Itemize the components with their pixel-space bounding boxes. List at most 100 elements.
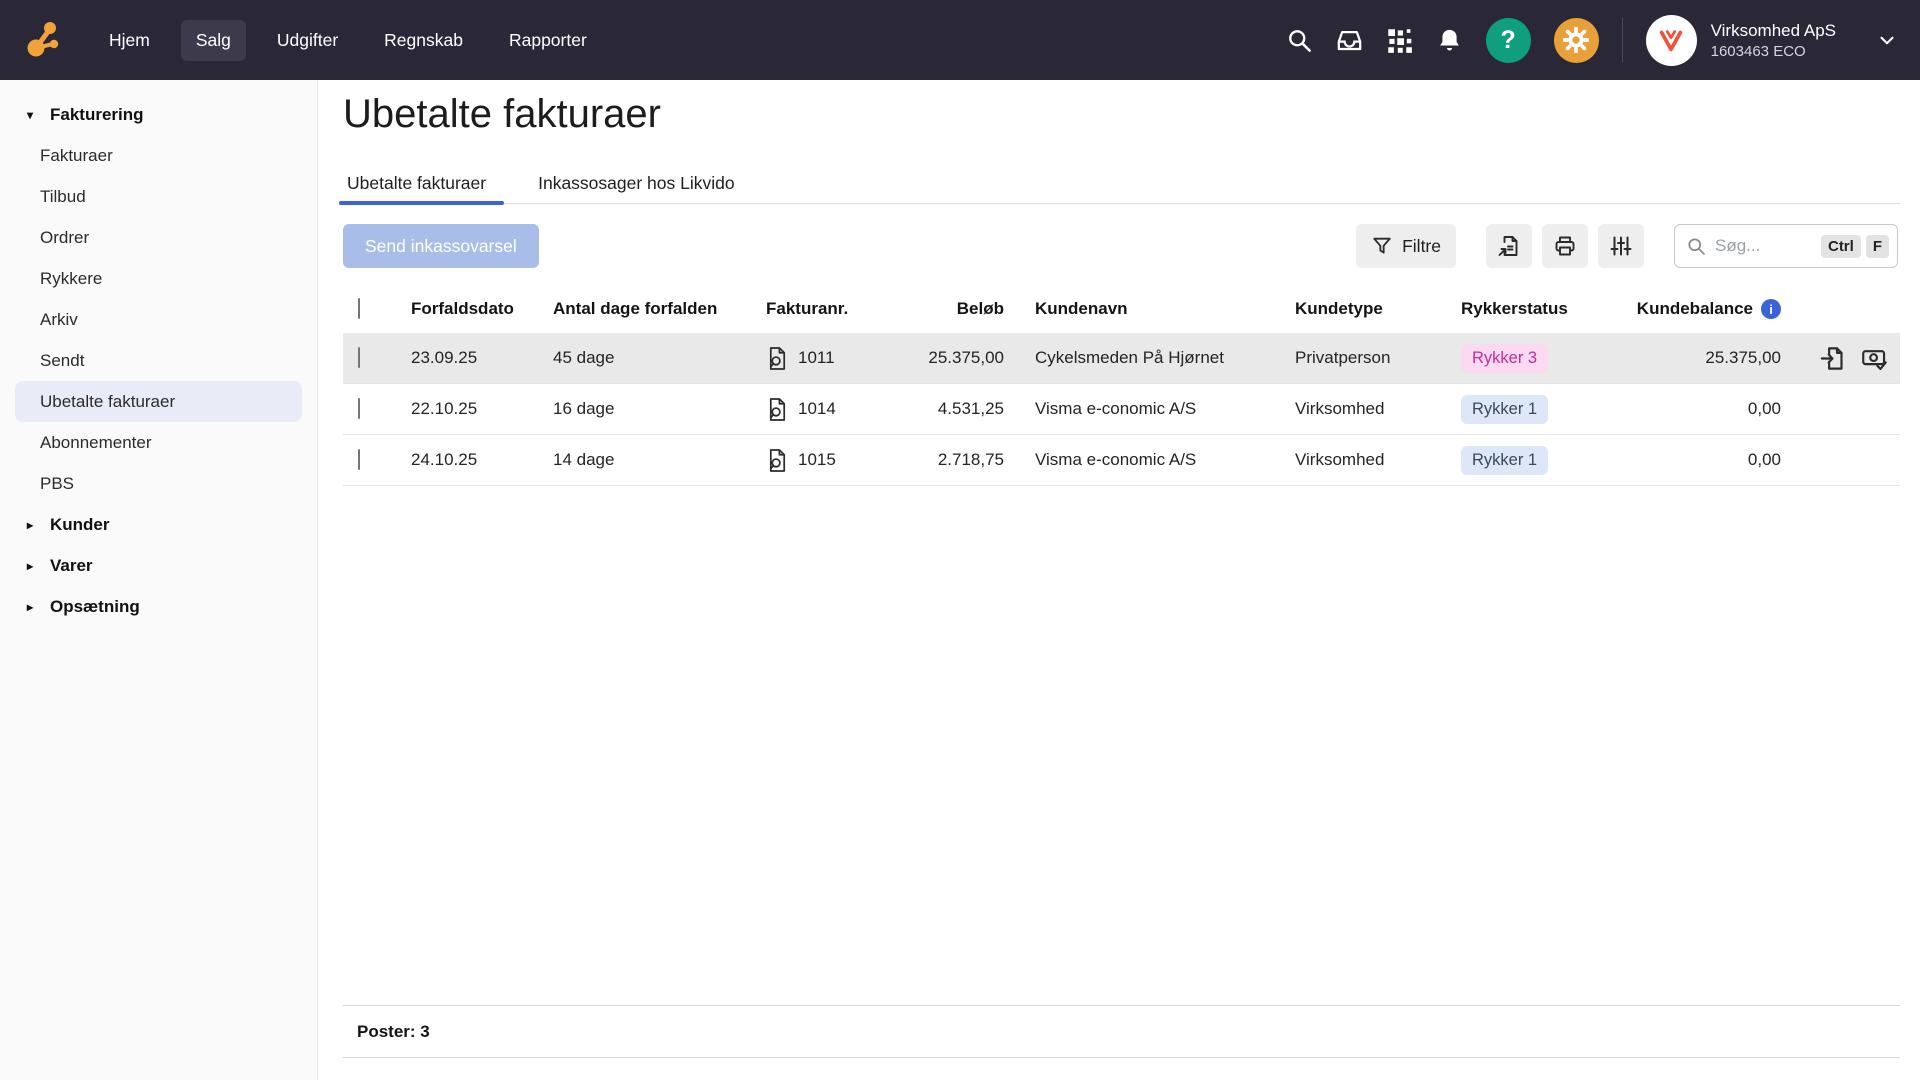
toolbar: Send inkassovarsel Filtre (343, 224, 1898, 268)
sidebar-section-kunder[interactable]: ▸Kunder (15, 504, 302, 545)
sliders-icon (1609, 234, 1633, 258)
notifications-bell-icon[interactable] (1436, 27, 1463, 54)
reminder-status-badge: Rykker 3 (1461, 344, 1548, 373)
tab-inkassosager[interactable]: Inkassosager hos Likvido (534, 163, 739, 203)
days-overdue: 14 dage (553, 450, 766, 470)
sidebar-item-abonnementer[interactable]: Abonnementer (15, 422, 302, 463)
row-checkbox[interactable] (358, 398, 360, 419)
due-date: 24.10.25 (411, 450, 553, 470)
customer-name: Visma e-conomic A/S (1004, 399, 1295, 419)
select-all-checkbox[interactable] (358, 298, 360, 319)
table-row[interactable]: 24.10.25 14 dage 1015 2.718,75 Visma e-c… (343, 435, 1900, 486)
company-name: Virksomhed ApS (1711, 20, 1836, 43)
record-count: Poster: 3 (343, 1022, 430, 1042)
filter-button[interactable]: Filtre (1356, 224, 1456, 268)
table-footer: Poster: 3 (343, 1005, 1900, 1058)
customer-balance: 0,00 (1603, 399, 1781, 419)
info-icon[interactable]: i (1761, 299, 1781, 319)
send-inkassovarsel-button[interactable]: Send inkassovarsel (343, 224, 539, 268)
col-kundebalance[interactable]: Kundebalance i (1603, 299, 1781, 319)
col-belob[interactable]: Beløb (914, 299, 1004, 319)
sidebar-section-opsætning[interactable]: ▸Opsætning (15, 586, 302, 627)
search-box: Ctrl F (1674, 224, 1898, 268)
col-kundetype[interactable]: Kundetype (1295, 299, 1461, 319)
col-fakturanr[interactable]: Fakturanr. (766, 299, 914, 319)
sidebar-section-varer[interactable]: ▸Varer (15, 545, 302, 586)
invoice-document-icon[interactable] (766, 346, 789, 371)
toolbar-right: Filtre (1356, 224, 1898, 268)
col-antal-dage[interactable]: Antal dage forfalden (553, 299, 766, 319)
invoices-table: Forfaldsdato Antal dage forfalden Faktur… (343, 285, 1900, 486)
print-button[interactable] (1542, 224, 1588, 268)
apps-grid-icon[interactable] (1386, 27, 1413, 54)
send-to-invoice-icon[interactable] (1819, 345, 1846, 372)
customer-balance: 25.375,00 (1603, 348, 1781, 368)
nav-item-rapporter[interactable]: Rapporter (494, 20, 602, 61)
export-button[interactable] (1486, 224, 1532, 268)
reminder-status-badge: Rykker 1 (1461, 395, 1548, 424)
e-conomic-logo-icon[interactable] (24, 18, 66, 62)
days-overdue: 45 dage (553, 348, 766, 368)
nav-item-salg[interactable]: Salg (181, 20, 246, 61)
company-avatar (1646, 15, 1697, 66)
customer-balance: 0,00 (1603, 450, 1781, 470)
topbar-divider (1622, 18, 1623, 62)
amount: 25.375,00 (914, 348, 1004, 368)
invoice-document-icon[interactable] (766, 397, 789, 422)
company-switcher[interactable]: Virksomhed ApS 1603463 ECO (1646, 15, 1898, 66)
register-payment-icon[interactable] (1861, 345, 1888, 372)
filter-button-label: Filtre (1402, 236, 1441, 257)
nav-item-hjem[interactable]: Hjem (94, 20, 165, 61)
sidebar-item-tilbud[interactable]: Tilbud (15, 176, 302, 217)
settings-gear-icon[interactable] (1554, 18, 1599, 63)
sidebar-item-arkiv[interactable]: Arkiv (15, 299, 302, 340)
kbd-f: F (1866, 235, 1889, 258)
customer-type: Virksomhed (1295, 450, 1461, 470)
main-content: Ubetalte fakturaer Ubetalte fakturaer In… (318, 80, 1920, 1080)
col-kundenavn[interactable]: Kundenavn (1004, 299, 1295, 319)
kbd-ctrl: Ctrl (1821, 235, 1861, 258)
col-rykkerstatus[interactable]: Rykkerstatus (1461, 299, 1603, 319)
help-button[interactable]: ? (1486, 18, 1531, 63)
nav-item-udgifter[interactable]: Udgifter (262, 20, 353, 61)
chevron-down-icon[interactable] (1876, 29, 1898, 51)
funnel-icon (1371, 235, 1393, 257)
nav-item-regnskab[interactable]: Regnskab (369, 20, 478, 61)
sidebar-item-ordrer[interactable]: Ordrer (15, 217, 302, 258)
search-icon[interactable] (1286, 27, 1313, 54)
row-checkbox[interactable] (358, 347, 360, 368)
reminder-status-badge: Rykker 1 (1461, 446, 1548, 475)
table-row[interactable]: 22.10.25 16 dage 1014 4.531,25 Visma e-c… (343, 384, 1900, 435)
customer-name: Visma e-conomic A/S (1004, 450, 1295, 470)
page-title: Ubetalte fakturaer (343, 92, 661, 137)
due-date: 22.10.25 (411, 399, 553, 419)
sidebar-section-fakturering[interactable]: ▾Fakturering (15, 94, 302, 135)
tab-ubetalte-fakturaer[interactable]: Ubetalte fakturaer (343, 163, 490, 203)
sidebar-item-ubetalte-fakturaer[interactable]: Ubetalte fakturaer (15, 381, 302, 422)
invoice-number: 1014 (798, 399, 836, 419)
amount: 2.718,75 (914, 450, 1004, 470)
customer-type: Privatperson (1295, 348, 1461, 368)
sidebar-item-rykkere[interactable]: Rykkere (15, 258, 302, 299)
sidebar: ▾FaktureringFakturaerTilbudOrdrerRykkere… (0, 80, 318, 1080)
column-settings-button[interactable] (1598, 224, 1644, 268)
due-date: 23.09.25 (411, 348, 553, 368)
table-row[interactable]: 23.09.25 45 dage 1011 25.375,00 Cykelsme… (343, 333, 1900, 384)
invoice-number: 1011 (798, 348, 835, 368)
sidebar-item-sendt[interactable]: Sendt (15, 340, 302, 381)
row-checkbox[interactable] (358, 449, 360, 470)
table-header-row: Forfaldsdato Antal dage forfalden Faktur… (343, 285, 1900, 333)
search-input[interactable] (1715, 236, 1816, 256)
inbox-icon[interactable] (1336, 27, 1363, 54)
topbar: Hjem Salg Udgifter Regnskab Rapporter ? (0, 0, 1920, 80)
customer-type: Virksomhed (1295, 399, 1461, 419)
invoice-document-icon[interactable] (766, 448, 789, 473)
caret-right-icon: ▸ (27, 559, 43, 573)
printer-icon (1553, 234, 1577, 258)
row-actions (1781, 345, 1900, 372)
sidebar-item-pbs[interactable]: PBS (15, 463, 302, 504)
caret-right-icon: ▸ (27, 600, 43, 614)
col-forfaldsdato[interactable]: Forfaldsdato (411, 299, 553, 319)
amount: 4.531,25 (914, 399, 1004, 419)
sidebar-item-fakturaer[interactable]: Fakturaer (15, 135, 302, 176)
